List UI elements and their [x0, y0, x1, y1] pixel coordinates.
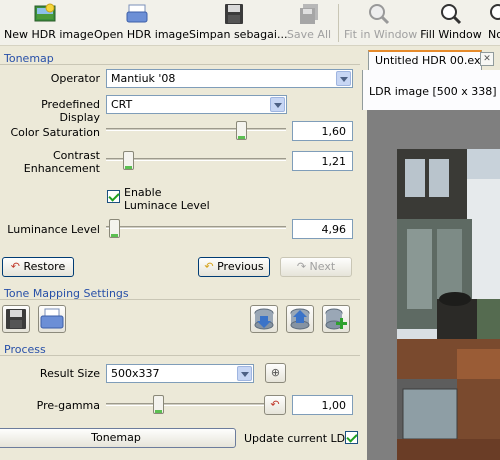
save-settings-button[interactable] — [2, 305, 30, 333]
enable-luminance-line1: Enable — [124, 186, 162, 199]
pre-gamma-label: Pre-gamma — [36, 399, 100, 412]
settings-db-up-button[interactable] — [286, 305, 314, 333]
settings-group-divider — [0, 299, 360, 300]
add-size-button[interactable]: ⊕ — [265, 363, 286, 383]
pre-gamma-thumb[interactable] — [153, 395, 165, 414]
open-hdr-icon — [125, 3, 149, 25]
process-group-divider — [0, 355, 360, 356]
reset-pre-gamma-button[interactable]: ↶ — [264, 395, 286, 415]
database-add-icon — [325, 308, 347, 330]
floppy-disk-icon — [222, 3, 246, 25]
predefined-display-label: Predefined Display — [41, 98, 100, 124]
restore-button[interactable]: ↶ Restore — [2, 257, 74, 277]
load-settings-button[interactable] — [38, 305, 66, 333]
undo-arrow-icon: ↶ — [10, 260, 20, 273]
result-size-select[interactable]: 500x337 — [106, 364, 254, 383]
previous-label: Previous — [217, 260, 264, 273]
chevron-down-icon — [336, 71, 351, 86]
next-button[interactable]: ↷ Next — [280, 257, 352, 277]
contrast-thumb[interactable] — [122, 151, 134, 170]
save-as-label: Simpan sebagai... — [189, 28, 288, 41]
pre-gamma-input[interactable]: 1,00 — [292, 395, 353, 415]
tonemap-group-divider — [0, 64, 360, 65]
pre-gamma-slider[interactable] — [106, 403, 286, 406]
enable-luminance-label: Enable Luminace Level — [124, 186, 210, 212]
update-ldr-checkbox[interactable] — [345, 431, 358, 444]
printer-open-icon — [40, 308, 64, 329]
tonemapped-image — [397, 149, 500, 460]
predefined-display-select[interactable]: CRT — [106, 95, 287, 114]
color-saturation-thumb[interactable] — [236, 121, 248, 140]
operator-value: Mantiuk '08 — [111, 72, 176, 85]
restore-label: Restore — [23, 260, 66, 273]
update-ldr-label: Update current LDR — [244, 432, 353, 445]
previous-button[interactable]: ↶ Previous — [198, 257, 270, 277]
enable-luminance-line2: Luminace Level — [124, 199, 210, 212]
result-size-label: Result Size — [39, 367, 100, 380]
fit-in-window-button[interactable]: Fit in Window — [344, 2, 418, 44]
next-arrow-icon: ↷ — [296, 260, 307, 273]
next-label: Next — [309, 260, 336, 273]
undo-arrow-icon: ↶ — [270, 398, 280, 411]
magnifier-fill-icon — [439, 3, 463, 25]
color-saturation-slider[interactable] — [106, 128, 286, 131]
save-as-button[interactable]: Simpan sebagai... — [189, 2, 287, 44]
luminance-level-input[interactable]: 4,96 — [292, 219, 353, 239]
operator-label: Operator — [50, 72, 100, 85]
settings-db-add-button[interactable] — [322, 305, 350, 333]
open-hdr-label: Open HDR image — [94, 28, 190, 41]
save-all-icon — [297, 3, 321, 25]
tonemap-button[interactable]: Tonemap — [0, 428, 236, 448]
contrast-label-line2: Enhancement — [23, 162, 100, 175]
toolbar-overflow-button[interactable]: No — [488, 2, 500, 44]
toolbar-overflow-icon — [488, 3, 500, 25]
enable-luminance-checkbox[interactable] — [107, 190, 120, 203]
luminance-level-label: Luminance Level — [7, 223, 100, 236]
fill-window-label: Fill Window — [420, 28, 482, 41]
new-hdr-label: New HDR image — [4, 28, 94, 41]
luminance-level-thumb[interactable] — [109, 219, 121, 238]
new-hdr-button[interactable]: New HDR image — [4, 2, 94, 44]
new-hdr-icon — [33, 3, 57, 25]
open-hdr-button[interactable]: Open HDR image — [94, 2, 189, 44]
ldr-image-info: LDR image [500 x 338] — [369, 85, 497, 98]
predefined-display-value: CRT — [111, 98, 133, 111]
color-saturation-label: Color Saturation — [10, 126, 100, 139]
close-icon[interactable]: ✕ — [480, 52, 494, 66]
fit-in-window-label: Fit in Window — [344, 28, 418, 41]
contrast-label-line1: Contrast — [52, 149, 100, 162]
toolbar-separator — [338, 4, 339, 42]
plus-circle-icon: ⊕ — [270, 366, 281, 379]
database-down-icon — [254, 308, 274, 330]
previous-arrow-icon: ↶ — [204, 260, 214, 273]
main-toolbar: New HDR image Open HDR image Simpan seba… — [0, 0, 500, 46]
save-all-button[interactable]: Save All — [286, 2, 332, 44]
magnifier-fit-icon — [367, 3, 391, 25]
color-saturation-input[interactable]: 1,60 — [292, 121, 353, 141]
chevron-down-icon — [270, 97, 285, 112]
floppy-disk-icon — [6, 309, 26, 329]
chevron-down-icon — [237, 366, 252, 381]
tab-untitled-hdr[interactable]: Untitled HDR 00.exr — [368, 50, 485, 70]
settings-db-down-button[interactable] — [250, 305, 278, 333]
result-size-value: 500x337 — [111, 367, 160, 380]
contrast-input[interactable]: 1,21 — [292, 151, 353, 171]
luminance-level-slider[interactable] — [106, 226, 286, 229]
operator-select[interactable]: Mantiuk '08 — [106, 69, 353, 88]
database-up-icon — [290, 308, 310, 330]
toolbar-overflow-label: No — [488, 28, 500, 41]
save-all-label: Save All — [286, 28, 332, 41]
contrast-label: Contrast Enhancement — [0, 149, 100, 175]
fill-window-button[interactable]: Fill Window — [420, 2, 482, 44]
